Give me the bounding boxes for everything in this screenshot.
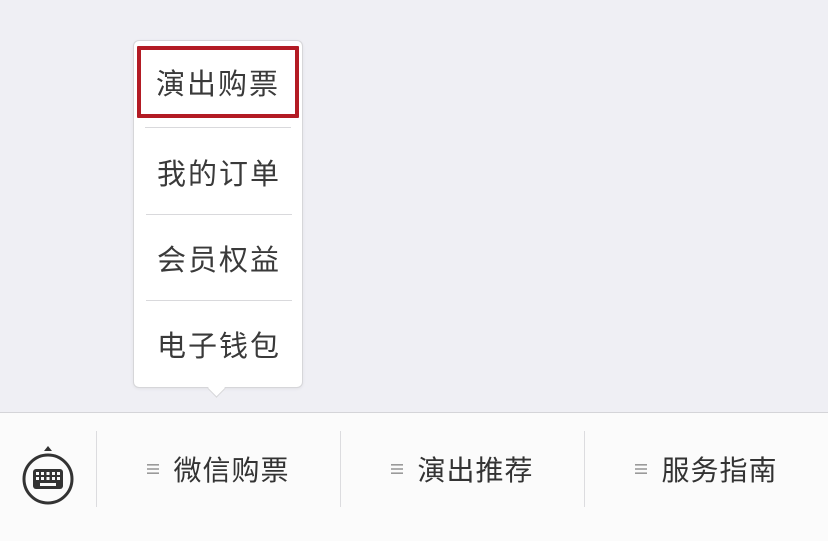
keyboard-toggle-icon — [22, 446, 74, 505]
bottom-menu-label: 服务指南 — [661, 454, 778, 487]
submenu-item-label: 会员权益 — [156, 242, 281, 277]
submenu-item-member-benefits[interactable]: 会员权益 — [146, 215, 292, 301]
bottom-menu-bar: 微信购票 演出推荐 服务指南 — [0, 412, 828, 541]
submenu-item-label: 我的订单 — [156, 156, 281, 191]
menu-list-icon — [635, 464, 648, 474]
keyboard-toggle-button[interactable] — [0, 413, 96, 541]
submenu-item-label: 电子钱包 — [156, 329, 281, 363]
bottom-menu-wechat-tickets[interactable]: 微信购票 — [97, 413, 340, 525]
menu-list-icon — [147, 464, 160, 474]
bottom-menu-show-recommend[interactable]: 演出推荐 — [341, 413, 584, 525]
bottom-menu-label: 微信购票 — [173, 454, 290, 487]
submenu-item-label: 演出购票 — [155, 67, 280, 101]
bottom-menu-label: 演出推荐 — [417, 454, 534, 487]
submenu-item-my-orders[interactable]: 我的订单 — [146, 129, 292, 215]
submenu-popup: 演出购票 我的订单 会员权益 电子钱包 — [133, 40, 303, 388]
bottom-menu-service-guide[interactable]: 服务指南 — [585, 413, 828, 525]
submenu-item-buy-tickets[interactable]: 演出购票 — [137, 46, 299, 118]
menu-list-icon — [391, 464, 404, 474]
submenu-divider — [145, 127, 291, 128]
submenu-item-e-wallet[interactable]: 电子钱包 — [146, 301, 292, 387]
